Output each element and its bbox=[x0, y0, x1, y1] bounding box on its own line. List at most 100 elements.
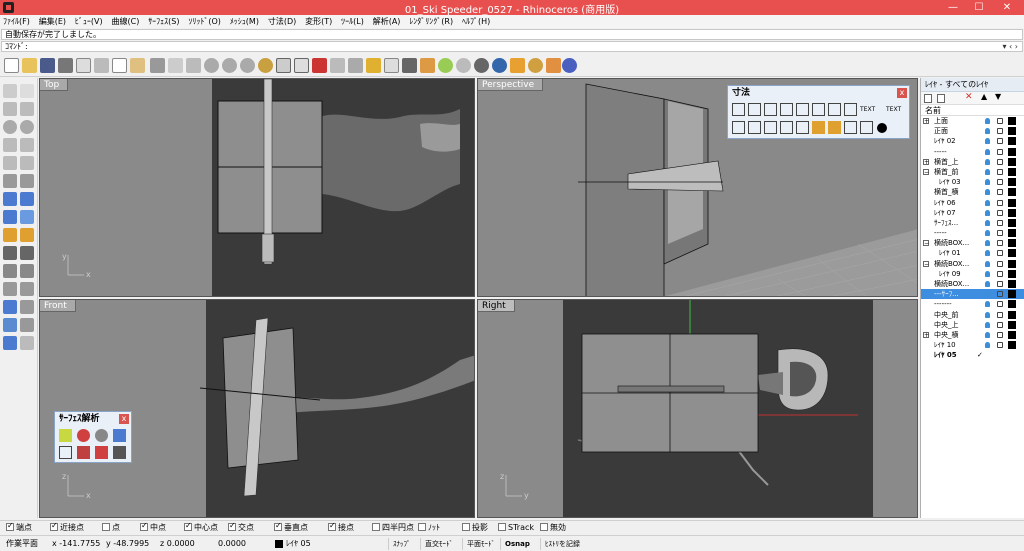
layer-visibility-bulb-icon[interactable] bbox=[985, 118, 990, 124]
scale-icon[interactable] bbox=[20, 300, 34, 314]
layer-row[interactable]: − 横続BOX... bbox=[921, 259, 1024, 269]
trim-icon[interactable] bbox=[3, 246, 17, 260]
layer-lock-icon[interactable] bbox=[997, 230, 1003, 237]
checkbox-icon[interactable] bbox=[372, 522, 380, 531]
dimension-tool-icon-18[interactable] bbox=[844, 121, 857, 134]
layer-color-swatch[interactable] bbox=[1008, 167, 1016, 176]
layer-visibility-bulb-icon[interactable] bbox=[985, 168, 990, 175]
offset-curve-icon[interactable] bbox=[20, 174, 34, 188]
layer-visibility-bulb-icon[interactable] bbox=[985, 138, 990, 145]
checkbox-icon[interactable] bbox=[328, 521, 336, 531]
diameter-dimension-icon[interactable] bbox=[812, 103, 825, 116]
osnap-toggle[interactable]: Osnap bbox=[500, 538, 534, 550]
menu-mesh[interactable]: ﾒｯｼｭ(M) bbox=[227, 15, 262, 28]
layer-expander-icon[interactable]: + bbox=[923, 158, 929, 165]
layer-row[interactable]: ｻｰﾌｪｽ... bbox=[921, 218, 1024, 228]
layer-lock-icon[interactable] bbox=[997, 291, 1003, 298]
menu-curve[interactable]: 曲線(C) bbox=[108, 15, 142, 28]
layer-row[interactable]: ﾚｲﾔ 05 ✓ bbox=[921, 350, 1024, 360]
layer-lock-icon[interactable] bbox=[997, 342, 1003, 349]
dimension-tool-icon-11[interactable] bbox=[732, 121, 745, 134]
move-view-icon[interactable] bbox=[186, 58, 201, 73]
layer-expander-icon[interactable]: + bbox=[923, 331, 929, 338]
layer-lock-icon[interactable] bbox=[997, 199, 1003, 206]
layer-lock-icon[interactable] bbox=[997, 168, 1003, 175]
print-icon[interactable] bbox=[58, 58, 73, 73]
snap-toggle[interactable]: ｽﾅｯﾌﾟ bbox=[388, 538, 415, 550]
layer-color-swatch[interactable] bbox=[1008, 290, 1016, 299]
boolean-icon[interactable] bbox=[3, 228, 17, 242]
dimension-panel-close-button[interactable]: x bbox=[897, 88, 907, 98]
layer-visibility-bulb-icon[interactable] bbox=[985, 128, 990, 135]
explode-icon[interactable] bbox=[20, 228, 34, 242]
layer-visibility-bulb-icon[interactable] bbox=[985, 148, 990, 155]
new-file-icon[interactable] bbox=[4, 58, 19, 73]
layer-color-swatch[interactable] bbox=[1008, 330, 1016, 339]
layer-color-swatch[interactable] bbox=[1008, 208, 1016, 217]
layer-row[interactable]: + 中央_横 bbox=[921, 330, 1024, 340]
osnap-checkbox[interactable]: 中点 bbox=[140, 521, 166, 533]
curve-icon[interactable] bbox=[20, 102, 34, 116]
select-arrow-icon[interactable] bbox=[3, 84, 17, 98]
layer-visibility-bulb-icon[interactable] bbox=[985, 189, 990, 196]
zebra-analysis-icon[interactable] bbox=[77, 429, 90, 442]
layer-row[interactable]: ﾚｲﾔ 03 bbox=[921, 177, 1024, 187]
layer-row[interactable]: 横首_横 bbox=[921, 187, 1024, 197]
osnap-checkbox[interactable]: 端点 bbox=[6, 521, 32, 533]
layer-color-swatch[interactable] bbox=[1008, 218, 1016, 227]
curvature-analysis-icon[interactable] bbox=[59, 429, 72, 442]
array-icon[interactable] bbox=[3, 318, 17, 332]
zoom-selected-icon[interactable] bbox=[258, 58, 273, 73]
dimension-tool-icon-17[interactable] bbox=[828, 121, 841, 134]
viewport-top[interactable]: Top y x bbox=[39, 78, 475, 297]
checkbox-icon[interactable] bbox=[462, 522, 470, 531]
delete-layer-icon[interactable]: ✕ bbox=[965, 92, 973, 102]
ortho-toggle[interactable]: 直交ﾓｰﾄﾞ bbox=[420, 538, 457, 550]
ellipse-icon[interactable] bbox=[20, 120, 34, 134]
checkbox-icon[interactable] bbox=[102, 522, 110, 531]
layer-row[interactable]: ----- bbox=[921, 147, 1024, 157]
move-layer-up-icon[interactable]: ▲ bbox=[981, 92, 987, 101]
layer-row[interactable]: ﾚｲﾔ 01 bbox=[921, 248, 1024, 258]
viewport-right[interactable]: Right z y bbox=[477, 299, 918, 518]
viewport-front-tab[interactable]: Front bbox=[40, 300, 76, 312]
layer-lock-icon[interactable] bbox=[997, 179, 1003, 186]
paste-icon[interactable] bbox=[130, 58, 145, 73]
checkbox-icon[interactable] bbox=[6, 521, 14, 531]
layer-visibility-bulb-icon[interactable] bbox=[985, 270, 990, 277]
fillet-curve-icon[interactable] bbox=[3, 174, 17, 188]
car-icon[interactable] bbox=[312, 58, 327, 73]
command-history-arrows[interactable]: ▾ ‹ › bbox=[1003, 42, 1019, 51]
checkbox-icon[interactable] bbox=[228, 521, 236, 531]
layer-lock-icon[interactable] bbox=[997, 240, 1003, 247]
layer-visibility-bulb-icon[interactable] bbox=[985, 342, 990, 349]
layer-lock-icon[interactable] bbox=[997, 281, 1003, 287]
render-icon[interactable] bbox=[510, 58, 525, 73]
layer-visibility-bulb-icon[interactable] bbox=[985, 311, 990, 318]
layer-lock-icon[interactable] bbox=[997, 270, 1003, 277]
layer-lock-icon[interactable] bbox=[997, 311, 1003, 318]
layer-visibility-bulb-icon[interactable] bbox=[985, 250, 990, 257]
layer-row[interactable]: + 上面 bbox=[921, 116, 1024, 126]
menu-tools[interactable]: ﾂｰﾙ(L) bbox=[338, 15, 367, 28]
properties-icon[interactable] bbox=[76, 58, 91, 73]
light-icon[interactable] bbox=[366, 58, 381, 73]
undo-icon[interactable] bbox=[150, 58, 165, 73]
zoom-window-icon[interactable] bbox=[222, 58, 237, 73]
layer-row[interactable]: 中央_上 bbox=[921, 320, 1024, 330]
layer-color-swatch[interactable] bbox=[1008, 137, 1016, 146]
menu-render[interactable]: ﾚﾝﾀﾞﾘﾝｸﾞ(R) bbox=[406, 15, 456, 28]
osnap-checkbox[interactable]: ﾉｯﾄ bbox=[418, 522, 440, 533]
layer-row[interactable]: ﾚｲﾔ 07 bbox=[921, 208, 1024, 218]
tools-icon[interactable] bbox=[546, 58, 561, 73]
osnap-checkbox[interactable]: 中心点 bbox=[184, 521, 218, 533]
layer-visibility-bulb-icon[interactable] bbox=[985, 291, 990, 298]
layer-lock-icon[interactable] bbox=[997, 209, 1003, 216]
mirror-icon[interactable] bbox=[20, 318, 34, 332]
layer-color-swatch[interactable] bbox=[1008, 188, 1016, 197]
checkbox-icon[interactable] bbox=[418, 522, 426, 531]
checkbox-icon[interactable] bbox=[498, 522, 506, 531]
menu-solid[interactable]: ｿﾘｯﾄﾞ(O) bbox=[185, 15, 224, 28]
polygon-icon[interactable] bbox=[3, 156, 17, 170]
angle-dimension-icon[interactable] bbox=[828, 103, 841, 116]
